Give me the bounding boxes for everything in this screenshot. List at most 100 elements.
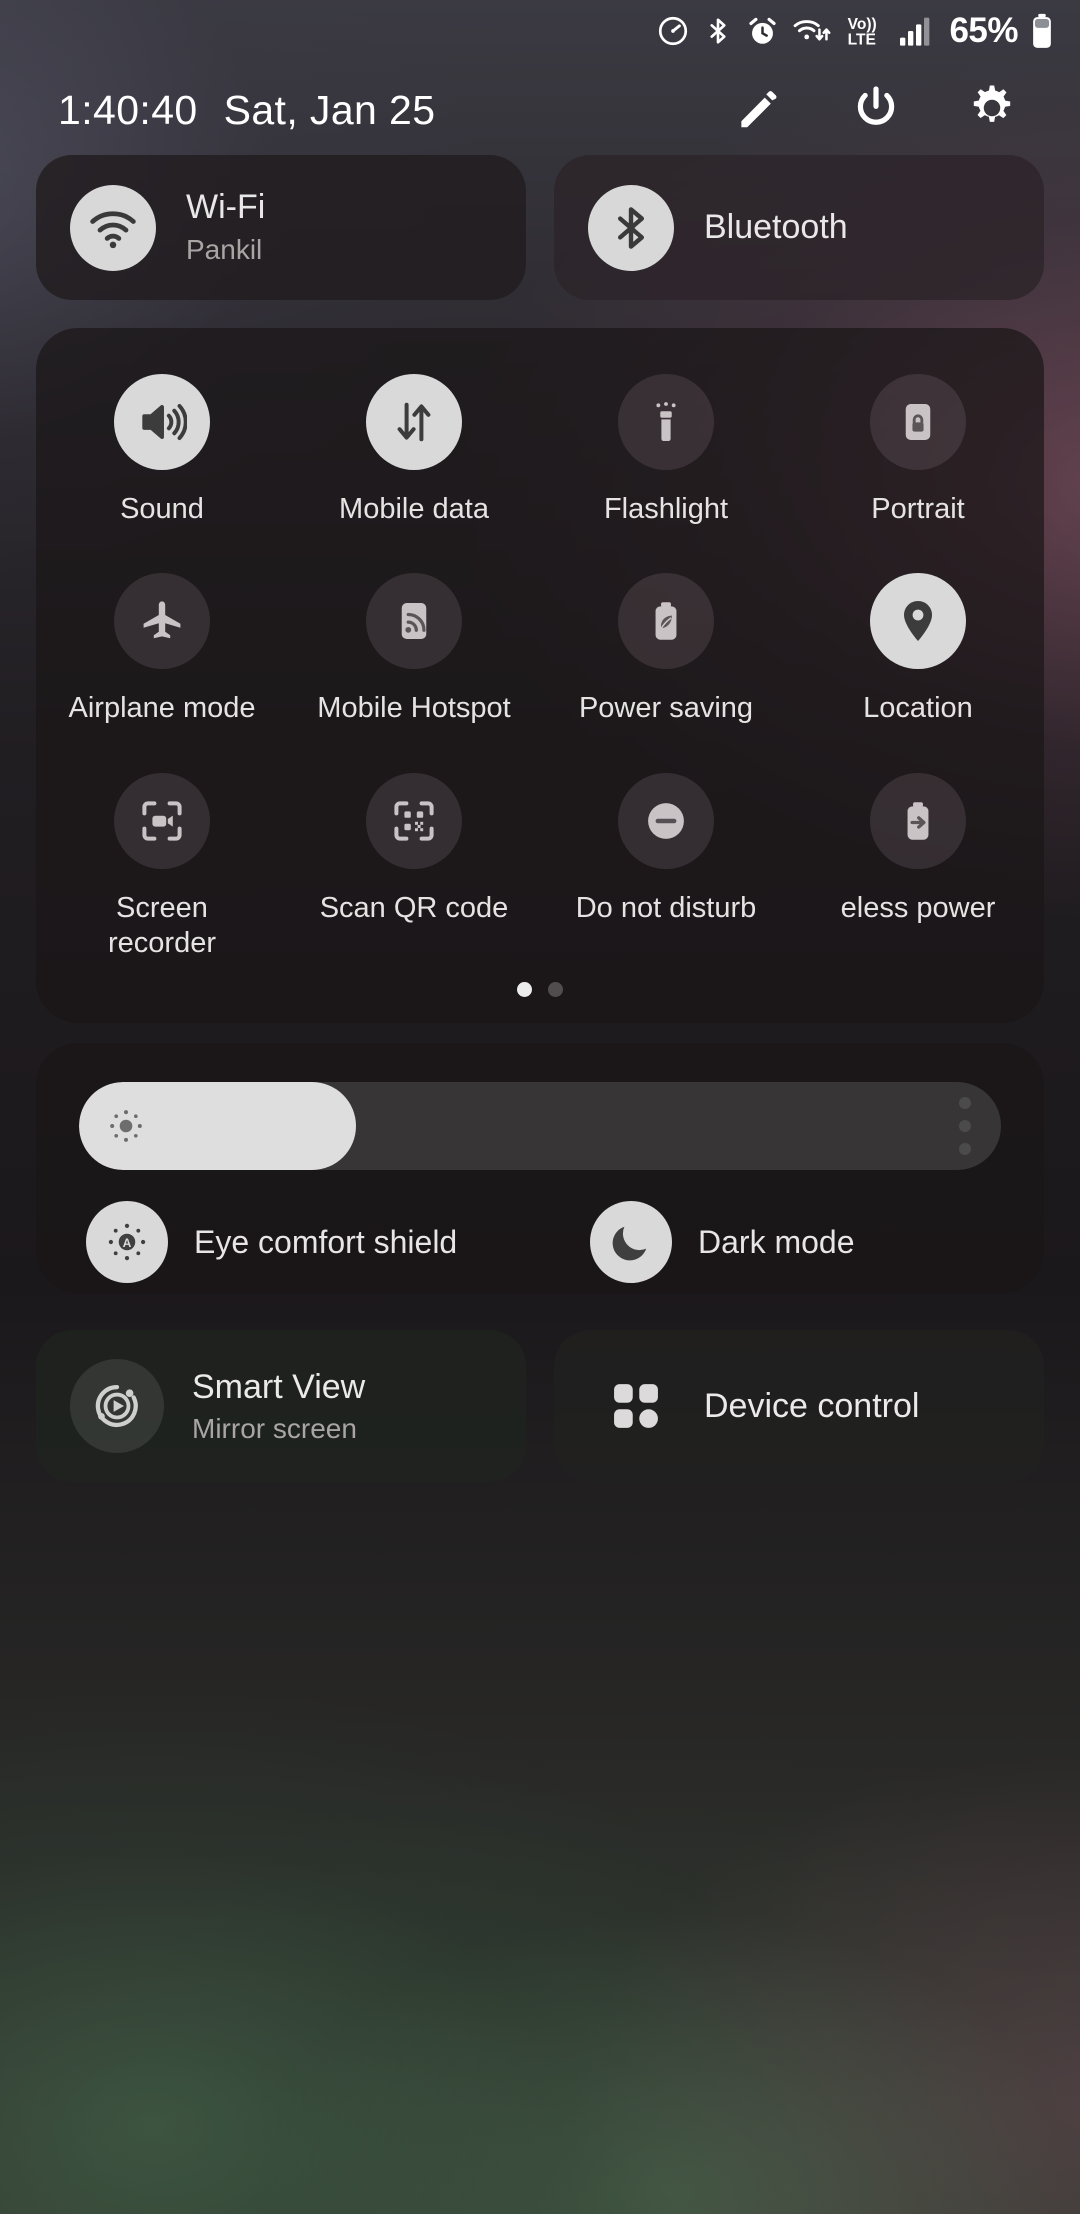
- clock-time[interactable]: 1:40:40: [58, 87, 198, 134]
- svg-text:LTE: LTE: [848, 31, 876, 48]
- tile-label: Scan QR code: [319, 891, 509, 924]
- power-button[interactable]: [848, 82, 904, 138]
- eye-comfort-icon[interactable]: A: [86, 1201, 168, 1283]
- display-toggles: A Eye comfort shield Dark mode: [36, 1201, 1044, 1283]
- wireless-power-share-icon[interactable]: [870, 772, 966, 869]
- airplane-icon[interactable]: [114, 573, 210, 670]
- hotspot-icon[interactable]: [366, 573, 462, 670]
- tile-wireless-power-sharing[interactable]: eless power: [792, 765, 1044, 962]
- tile-label: Location: [863, 692, 973, 725]
- wifi-title: Wi-Fi: [186, 187, 266, 226]
- dot: [959, 1097, 971, 1109]
- svg-text:A: A: [123, 1236, 132, 1250]
- sound-icon[interactable]: [114, 374, 210, 470]
- header-actions: [732, 82, 1020, 138]
- quick-settings-panel: Sound Mobile data Flashlight Portrait Ai…: [36, 328, 1044, 1023]
- grid-squares-icon: [604, 1374, 668, 1438]
- power-icon: [850, 82, 902, 139]
- brightness-slider[interactable]: [79, 1082, 1001, 1170]
- alarm-icon: [746, 15, 779, 48]
- connectivity-tiles: Wi-Fi Pankil Bluetooth: [36, 155, 1044, 300]
- smart-view-text: Smart View Mirror screen: [192, 1367, 365, 1446]
- wifi-icon[interactable]: [70, 184, 156, 271]
- tile-label: Sound: [120, 493, 204, 525]
- wifi-network-name: Pankil: [186, 233, 263, 265]
- svg-text:Vo)): Vo)): [848, 16, 877, 33]
- quick-settings-row: Screen recorder Scan QR code Do not dist…: [36, 765, 1044, 962]
- quick-settings-row: Sound Mobile data Flashlight Portrait: [36, 366, 1044, 527]
- battery-icon: [1030, 13, 1054, 49]
- quick-settings-pager[interactable]: [36, 982, 1044, 997]
- pager-dot-2[interactable]: [548, 982, 563, 997]
- bluetooth-icon: [703, 14, 733, 48]
- tile-label: Mobile Hotspot: [317, 692, 511, 725]
- tile-label: Portrait: [871, 493, 965, 525]
- dark-mode-toggle[interactable]: Dark mode: [540, 1201, 1044, 1283]
- tile-label: Power saving: [578, 692, 754, 725]
- bluetooth-title: Bluetooth: [704, 208, 848, 247]
- quick-settings-screen: Vo)) LTE 65% 1:40:40 Sat, Jan 25 Wi-Fi P…: [0, 0, 1080, 2214]
- clock-and-date[interactable]: 1:40:40 Sat, Jan 25: [58, 87, 435, 134]
- wifi-tile-text: Wi-Fi Pankil: [186, 187, 265, 269]
- bluetooth-tile[interactable]: Bluetooth: [554, 155, 1044, 300]
- power-saving-icon[interactable]: [618, 573, 714, 670]
- tile-location[interactable]: Location: [792, 565, 1044, 726]
- tile-label: eless power: [840, 891, 996, 924]
- smart-view-tile[interactable]: Smart View Mirror screen: [36, 1330, 526, 1482]
- wifi-tile[interactable]: Wi-Fi Pankil: [36, 155, 526, 300]
- data-saver-icon: [656, 14, 690, 48]
- smart-view-subtitle: Mirror screen: [192, 1413, 357, 1445]
- rotation-lock-icon[interactable]: [870, 374, 966, 470]
- tile-portrait[interactable]: Portrait: [792, 366, 1044, 527]
- tile-label: Screen recorder: [108, 891, 216, 960]
- tile-mobile-hotspot[interactable]: Mobile Hotspot: [288, 565, 540, 726]
- tile-screen-recorder[interactable]: Screen recorder: [36, 765, 288, 962]
- brightness-sun-icon: [105, 1105, 147, 1147]
- edit-button[interactable]: [732, 82, 788, 138]
- device-control-tile[interactable]: Device control: [554, 1330, 1044, 1482]
- panel-header: 1:40:40 Sat, Jan 25: [0, 74, 1080, 146]
- screen-recorder-icon[interactable]: [114, 772, 210, 869]
- device-control-title: Device control: [704, 1386, 920, 1425]
- tile-label: Mobile data: [339, 493, 489, 525]
- qr-scan-icon[interactable]: [366, 772, 462, 869]
- tile-do-not-disturb[interactable]: Do not disturb: [540, 765, 792, 962]
- toggle-label: Eye comfort shield: [194, 1223, 458, 1260]
- dot: [959, 1120, 971, 1132]
- settings-button[interactable]: [964, 82, 1020, 138]
- eye-comfort-shield-toggle[interactable]: A Eye comfort shield: [36, 1201, 540, 1283]
- gear-icon: [966, 82, 1018, 139]
- tile-label: Airplane mode: [68, 692, 256, 725]
- pencil-icon: [734, 82, 786, 139]
- tile-mobile-data[interactable]: Mobile data: [288, 366, 540, 527]
- cellular-signal-icon: [898, 15, 934, 47]
- tile-label: Flashlight: [603, 493, 729, 525]
- tile-power-saving[interactable]: Power saving: [540, 565, 792, 726]
- do-not-disturb-icon[interactable]: [618, 772, 714, 869]
- volte-icon: Vo)) LTE: [847, 14, 885, 48]
- smart-view-title: Smart View: [192, 1367, 366, 1406]
- more-options-icon[interactable]: [959, 1097, 971, 1155]
- clock-date[interactable]: Sat, Jan 25: [224, 87, 436, 134]
- wifi-data-transfer-icon: [792, 14, 834, 48]
- tile-scan-qr-code[interactable]: Scan QR code: [288, 765, 540, 962]
- tile-flashlight[interactable]: Flashlight: [540, 366, 792, 527]
- toggle-label: Dark mode: [698, 1223, 855, 1260]
- tile-sound[interactable]: Sound: [36, 366, 288, 527]
- smart-view-icon[interactable]: [70, 1359, 164, 1453]
- pager-dot-1[interactable]: [517, 982, 532, 997]
- bottom-tiles: Smart View Mirror screen Device control: [36, 1330, 1044, 1482]
- location-pin-icon[interactable]: [870, 573, 966, 670]
- flashlight-icon[interactable]: [618, 374, 714, 470]
- brightness-panel: A Eye comfort shield Dark mode: [36, 1043, 1044, 1293]
- tile-label: Do not disturb: [575, 891, 757, 924]
- bluetooth-icon[interactable]: [588, 184, 674, 271]
- status-bar: Vo)) LTE 65%: [0, 0, 1080, 62]
- quick-settings-row: Airplane mode Mobile Hotspot Power savin…: [36, 565, 1044, 726]
- dot: [959, 1143, 971, 1155]
- moon-icon[interactable]: [590, 1201, 672, 1283]
- mobile-data-icon[interactable]: [366, 374, 462, 470]
- battery-percentage: 65%: [949, 11, 1018, 50]
- tile-airplane-mode[interactable]: Airplane mode: [36, 565, 288, 726]
- bluetooth-tile-text: Bluetooth: [704, 207, 848, 247]
